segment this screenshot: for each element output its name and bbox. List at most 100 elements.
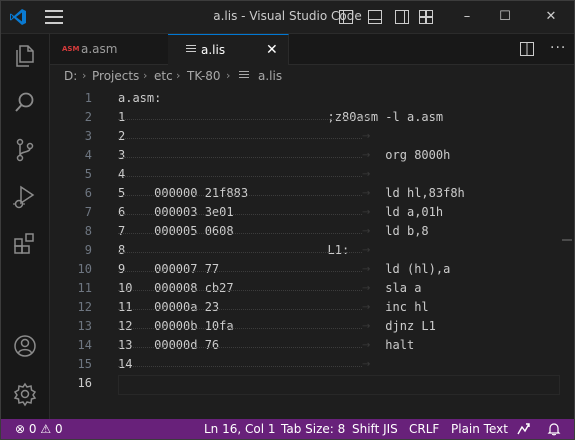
text-file-icon [239,71,249,81]
breadcrumb-item[interactable]: TK-80 [187,65,221,87]
chevron-right-icon: › [82,69,87,82]
warning-icon: ⚠ [40,422,52,436]
breadcrumb-item[interactable]: Projects [92,65,139,87]
minimize-button[interactable]: – [459,9,475,25]
more-actions-icon[interactable]: ··· [550,34,566,62]
tab-a-asm[interactable]: ASM a.asm [50,34,169,64]
code-line[interactable]: 5 000000 21f883 ld hl,83f8h [118,186,465,200]
tab-arrow-icon: → [362,340,371,351]
editor-tab-bar: ASM a.asm a.lis ✕ ··· [50,34,574,65]
split-editor-icon[interactable] [520,42,534,56]
manage-gear-icon[interactable] [11,380,39,408]
status-bar: ⊗ 0 ⚠ 0 Ln 16, Col 1 Tab Size: 8 Shift J… [1,419,574,439]
tab-arrow-icon: → [362,283,371,294]
line-number: 9 [84,243,92,257]
code-line[interactable]: 6 000003 3e01 ld a,01h [118,205,443,219]
scrollbar-thumb[interactable] [562,239,572,241]
code-line[interactable]: 1 ;z80asm -l a.asm [118,110,443,124]
tab-arrow-icon: → [362,150,371,161]
code-line[interactable]: a.asm: [118,91,161,105]
tab-arrow-icon: → [362,359,371,370]
error-icon: ⊗ [15,422,26,436]
text-file-icon [186,45,196,55]
chevron-right-icon: › [176,69,181,82]
chevron-right-icon: › [226,69,231,82]
tab-arrow-icon: → [362,112,371,123]
line-number: 16 [77,376,92,390]
encoding[interactable]: Shift JIS [352,419,398,439]
notifications-bell-icon[interactable] [547,422,561,436]
code-line[interactable]: 9 000007 77 ld (hl),a [118,262,450,276]
code-line[interactable]: 7 000005 0608 ld b,8 [118,224,429,238]
toggle-sidebar-icon[interactable] [339,10,353,24]
maximize-button[interactable]: ☐ [497,9,513,25]
whitespace-dots [118,233,362,234]
line-number: 15 [77,357,92,371]
tab-arrow-icon: → [362,245,371,256]
line-number: 12 [77,300,92,314]
copilot-icon[interactable] [517,422,531,436]
line-number: 4 [84,148,92,162]
tab-arrow-icon: → [362,169,371,180]
whitespace-dots [118,138,362,139]
toggle-secondary-sidebar-icon[interactable] [395,10,409,24]
tab-arrow-icon: → [362,226,371,237]
line-number: 7 [84,205,92,219]
language-mode[interactable]: Plain Text [451,419,508,439]
close-button[interactable]: ✕ [543,9,559,25]
error-count: 0 [28,422,37,436]
asm-file-icon: ASM [62,45,80,53]
toggle-panel-icon[interactable] [368,10,382,24]
line-number: 5 [84,167,92,181]
code-line[interactable]: 8 L1: [118,243,349,257]
explorer-icon[interactable] [11,42,39,70]
line-number: 1 [84,91,92,105]
whitespace-dots [118,309,362,310]
breadcrumb: D: › Projects › etc › TK-80 › a.lis [50,65,574,87]
tab-label: a.lis [201,43,226,57]
line-number: 6 [84,186,92,200]
tab-size[interactable]: Tab Size: 8 [281,419,345,439]
tab-arrow-icon: → [362,321,371,332]
accounts-icon[interactable] [11,332,39,360]
code-line[interactable]: 14 [118,357,132,371]
warning-count: 0 [54,422,63,436]
code-line[interactable]: 12 00000b 10fa djnz L1 [118,319,436,333]
problems-status[interactable]: ⊗ 0 ⚠ 0 [15,419,63,439]
editor-area[interactable]: 1 2 3 4 5 6 7 8 9 10 11 12 13 14 15 16 a.asm: 1 ;z80asm … [50,87,574,419]
code-line[interactable]: 11 00000a 23 inc hl [118,300,429,314]
cursor-position[interactable]: Ln 16, Col 1 [204,419,276,439]
tab-arrow-icon: → [362,188,371,199]
code-line[interactable]: 2 [118,129,125,143]
chevron-right-icon: › [143,69,148,82]
close-tab-icon[interactable]: ✕ [266,35,278,65]
whitespace-dots [118,290,362,291]
run-debug-icon[interactable] [11,183,39,211]
tab-arrow-icon: → [362,207,371,218]
extensions-icon[interactable] [11,230,39,258]
tab-arrow-icon: → [362,302,371,313]
code-line[interactable]: 3 org 8000h [118,148,450,162]
line-ending[interactable]: CRLF [409,419,439,439]
source-control-icon[interactable] [11,136,39,164]
whitespace-dots [118,328,362,329]
whitespace-dots [118,195,362,196]
breadcrumb-item[interactable]: D: [64,65,77,87]
tab-label: a.asm [81,42,118,56]
whitespace-dots [118,252,362,253]
line-number: 8 [84,224,92,238]
code-line[interactable]: 10 000008 cb27 sla a [118,281,421,295]
search-icon[interactable] [11,89,39,117]
customize-layout-icon[interactable] [419,10,433,24]
code-line[interactable]: 4 [118,167,125,181]
title-bar: a.lis - Visual Studio Code – ☐ ✕ [1,1,574,34]
breadcrumb-item[interactable]: etc [154,65,173,87]
window-title: a.lis - Visual Studio Code [213,9,362,23]
whitespace-dots [118,176,362,177]
breadcrumb-item[interactable]: a.lis [258,65,282,87]
whitespace-dots [118,366,362,367]
tab-arrow-icon: → [362,131,371,142]
line-number: 11 [77,281,92,295]
tab-a-lis[interactable]: a.lis ✕ [168,34,289,65]
whitespace-dots [118,214,362,215]
